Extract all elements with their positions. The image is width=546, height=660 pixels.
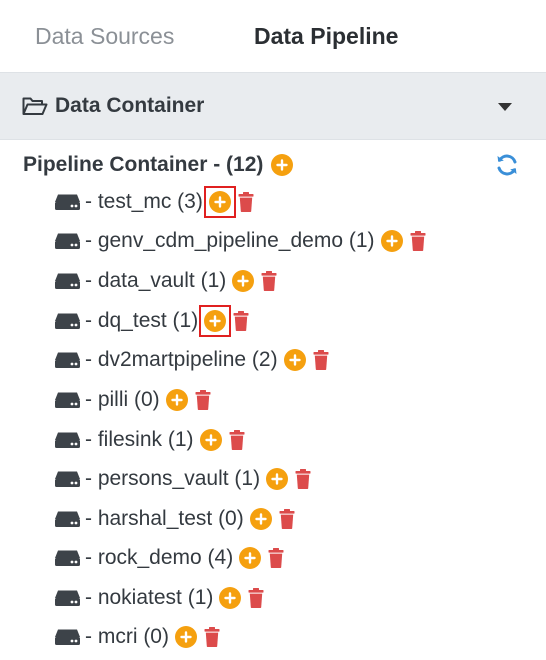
hdd-icon bbox=[55, 313, 80, 329]
trash-icon[interactable] bbox=[261, 271, 277, 291]
trash-icon[interactable] bbox=[195, 390, 211, 410]
trash-icon[interactable] bbox=[313, 350, 329, 370]
panel-title: Data Container bbox=[55, 94, 205, 117]
pipeline-item-label: - test_mc (3) bbox=[85, 190, 203, 213]
pipeline-item-label: - genv_cdm_pipeline_demo (1) bbox=[85, 229, 375, 252]
add-button[interactable] bbox=[239, 547, 262, 569]
plus-icon bbox=[224, 592, 237, 604]
trash-icon[interactable] bbox=[229, 430, 245, 450]
pipeline-item-label: - nokiatest (1) bbox=[85, 586, 214, 609]
add-button[interactable] bbox=[199, 429, 222, 451]
add-button[interactable] bbox=[232, 270, 255, 292]
hdd-icon bbox=[55, 233, 80, 249]
hdd-icon bbox=[55, 194, 80, 210]
pipeline-item-label: - filesink (1) bbox=[85, 428, 194, 451]
plus-icon bbox=[180, 631, 192, 643]
highlight-box bbox=[203, 186, 236, 218]
plus-icon bbox=[288, 354, 301, 366]
hdd-icon bbox=[55, 550, 80, 566]
pipeline-item[interactable]: - filesink (1) bbox=[54, 420, 245, 460]
hdd-icon bbox=[55, 352, 80, 368]
hdd-icon bbox=[55, 273, 80, 289]
add-button[interactable] bbox=[380, 230, 403, 252]
trash-icon[interactable] bbox=[238, 192, 254, 212]
refresh-icon[interactable] bbox=[494, 152, 520, 178]
add-button[interactable] bbox=[174, 626, 197, 648]
trash-icon[interactable] bbox=[268, 548, 284, 568]
pipeline-container-title: Pipeline Container - (12) bbox=[23, 152, 294, 178]
pipeline-item[interactable]: - dq_test (1) bbox=[54, 301, 249, 341]
trash-icon[interactable] bbox=[204, 627, 220, 647]
pipeline-item[interactable]: - mcri (0) bbox=[54, 617, 220, 657]
plus-icon bbox=[170, 394, 183, 406]
trash-icon[interactable] bbox=[410, 231, 426, 251]
pipeline-container-label: Pipeline Container - (12) bbox=[23, 153, 264, 176]
add-pipeline-button[interactable] bbox=[271, 154, 294, 176]
plus-icon bbox=[244, 552, 256, 564]
pipeline-item[interactable]: - dv2martpipeline (2) bbox=[54, 340, 329, 380]
add-button[interactable] bbox=[283, 349, 306, 371]
add-button[interactable] bbox=[249, 508, 272, 530]
hdd-icon bbox=[55, 629, 80, 645]
tab-data-pipeline[interactable]: Data Pipeline bbox=[254, 22, 398, 50]
hdd-icon bbox=[55, 392, 80, 408]
pipeline-item[interactable]: - rock_demo (4) bbox=[54, 538, 284, 578]
plus-icon bbox=[271, 473, 283, 485]
plus-icon bbox=[385, 235, 398, 247]
data-container-header[interactable]: Data Container bbox=[0, 73, 546, 140]
caret-down-icon[interactable] bbox=[498, 103, 512, 111]
add-button[interactable] bbox=[165, 389, 188, 411]
hdd-icon bbox=[55, 590, 80, 606]
pipeline-item[interactable]: - nokiatest (1) bbox=[54, 578, 264, 618]
pipeline-item-label: - dq_test (1) bbox=[85, 309, 199, 332]
plus-icon bbox=[237, 275, 249, 287]
pipeline-item[interactable]: - harshal_test (0) bbox=[54, 499, 295, 539]
tab-bar: Data Sources Data Pipeline bbox=[0, 0, 546, 73]
pipeline-item[interactable]: - test_mc (3) bbox=[54, 182, 254, 222]
trash-icon[interactable] bbox=[233, 311, 249, 331]
plus-icon bbox=[255, 513, 267, 525]
hdd-icon bbox=[55, 471, 80, 487]
pipeline-item[interactable]: - pilli (0) bbox=[54, 380, 211, 420]
add-button[interactable] bbox=[266, 468, 289, 490]
pipeline-item-label: - persons_vault (1) bbox=[85, 467, 261, 490]
add-button[interactable] bbox=[199, 305, 232, 337]
hdd-icon bbox=[55, 432, 80, 448]
plus-icon bbox=[276, 159, 289, 171]
pipeline-item[interactable]: - genv_cdm_pipeline_demo (1) bbox=[54, 221, 426, 261]
pipeline-item-label: - pilli (0) bbox=[85, 388, 160, 411]
tab-data-sources[interactable]: Data Sources bbox=[35, 22, 174, 50]
plus-icon bbox=[204, 434, 217, 446]
hdd-icon bbox=[55, 511, 80, 527]
pipeline-item[interactable]: - data_vault (1) bbox=[54, 261, 277, 301]
highlight-box bbox=[199, 305, 232, 337]
pipeline-item-label: - rock_demo (4) bbox=[85, 546, 234, 569]
trash-icon[interactable] bbox=[279, 509, 295, 529]
add-button[interactable] bbox=[203, 186, 236, 218]
pipeline-item-label: - mcri (0) bbox=[85, 625, 169, 648]
pipeline-item-label: - data_vault (1) bbox=[85, 269, 227, 292]
add-button[interactable] bbox=[219, 587, 242, 609]
pipeline-item-label: - harshal_test (0) bbox=[85, 507, 244, 530]
pipeline-item[interactable]: - persons_vault (1) bbox=[54, 459, 311, 499]
folder-open-icon bbox=[22, 97, 48, 115]
trash-icon[interactable] bbox=[248, 588, 264, 608]
trash-icon[interactable] bbox=[295, 469, 311, 489]
pipeline-item-label: - dv2martpipeline (2) bbox=[85, 348, 278, 371]
